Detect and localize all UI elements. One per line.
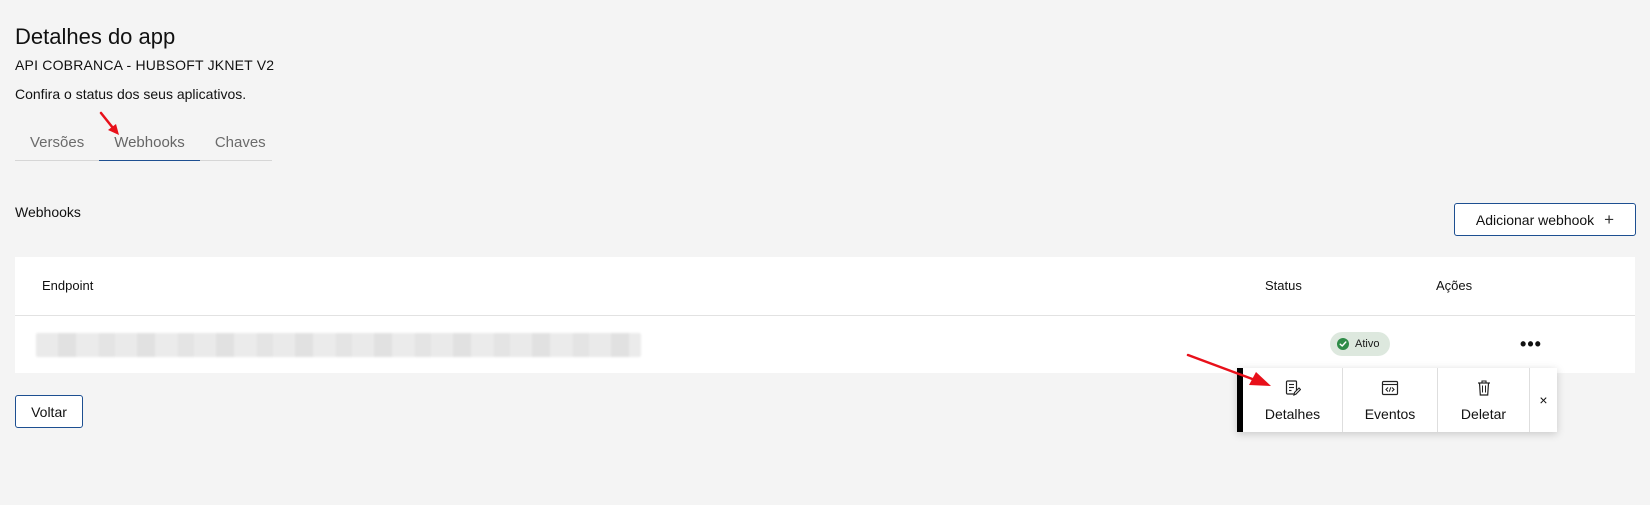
add-webhook-label: Adicionar webhook [1475,211,1595,228]
page-title: Detalhes do app [15,24,176,49]
more-actions-icon[interactable]: ••• [1519,333,1543,355]
column-header-status: Status [1265,278,1302,293]
tab-chaves[interactable]: Chaves [200,130,281,156]
table-row: Ativo ••• [15,316,1635,373]
column-header-endpoint: Endpoint [42,278,94,293]
action-eventos[interactable]: Eventos [1343,368,1438,432]
action-deletar-label: Deletar [1460,405,1507,422]
close-icon[interactable]: × [1530,368,1557,432]
action-eventos-label: Eventos [1364,405,1416,422]
table-header: Endpoint Status Ações [15,257,1635,316]
app-name: API COBRANCA - HUBSOFT JKNET V2 [15,57,275,73]
check-circle-icon [1337,338,1349,350]
tab-versoes[interactable]: Versões [15,130,99,156]
status-badge: Ativo [1330,332,1391,356]
code-window-icon [1381,380,1399,395]
status-label: Ativo [1355,338,1380,350]
webhooks-section-title: Webhooks [15,204,81,220]
tab-bar: Versões Webhooks Chaves [15,130,272,161]
edit-document-icon [1285,379,1301,396]
action-detalhes-label: Detalhes [1264,405,1321,422]
tab-webhooks[interactable]: Webhooks [99,130,200,161]
back-button[interactable]: Voltar [15,395,83,428]
trash-icon [1477,379,1490,396]
endpoint-url-redacted [36,333,641,357]
actions-popover: Detalhes Eventos Deletar × [1237,368,1557,432]
page-subtitle: Confira o status dos seus aplicativos. [15,86,247,102]
column-header-acoes: Ações [1436,278,1473,293]
action-deletar[interactable]: Deletar [1438,368,1530,432]
action-detalhes[interactable]: Detalhes [1243,368,1343,432]
plus-icon: + [1604,210,1615,229]
webhooks-table: Endpoint Status Ações Ativo ••• [15,257,1635,373]
add-webhook-button[interactable]: Adicionar webhook + [1454,203,1636,236]
